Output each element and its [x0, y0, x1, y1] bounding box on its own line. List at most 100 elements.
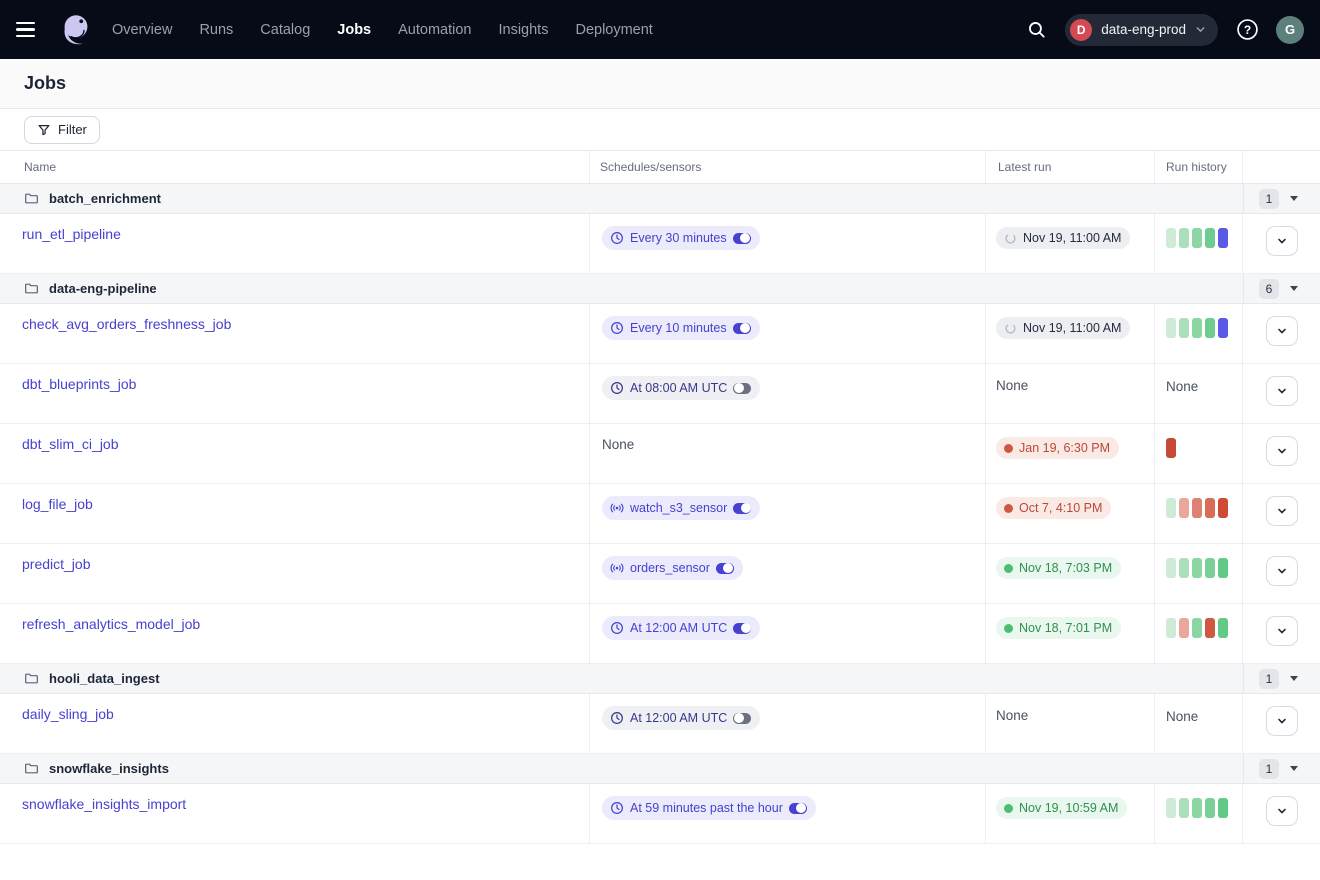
run-chip[interactable] [1192, 498, 1202, 518]
schedule-pill[interactable]: At 12:00 AM UTC [602, 706, 760, 730]
user-avatar[interactable]: G [1276, 16, 1304, 44]
run-chip[interactable] [1192, 318, 1202, 338]
schedule-toggle[interactable] [733, 233, 751, 244]
nav-link-runs[interactable]: Runs [199, 22, 233, 38]
schedule-pill[interactable]: At 08:00 AM UTC [602, 376, 760, 400]
nav-link-automation[interactable]: Automation [398, 22, 471, 38]
run-chip[interactable] [1192, 558, 1202, 578]
job-link[interactable]: snowflake_insights_import [22, 796, 186, 812]
run-chip[interactable] [1166, 318, 1176, 338]
latest-run-pill[interactable]: Oct 7, 4:10 PM [996, 497, 1111, 519]
schedule-toggle[interactable] [733, 713, 751, 724]
expand-row-button[interactable] [1266, 316, 1298, 346]
schedule-toggle[interactable] [733, 323, 751, 334]
run-chip[interactable] [1166, 618, 1176, 638]
filter-button[interactable]: Filter [24, 116, 100, 144]
schedule-pill[interactable]: At 12:00 AM UTC [602, 616, 760, 640]
run-chip[interactable] [1205, 618, 1215, 638]
run-chip[interactable] [1166, 438, 1176, 458]
latest-run-pill[interactable]: Nov 18, 7:01 PM [996, 617, 1121, 639]
run-chip[interactable] [1205, 558, 1215, 578]
dagster-logo-icon[interactable] [56, 10, 96, 50]
help-icon[interactable]: ? [1232, 15, 1262, 45]
expand-row-button[interactable] [1266, 616, 1298, 646]
latest-run-pill[interactable]: Nov 18, 7:03 PM [996, 557, 1121, 579]
expand-row-button[interactable] [1266, 796, 1298, 826]
run-chip[interactable] [1192, 618, 1202, 638]
sensor-toggle[interactable] [716, 563, 734, 574]
schedule-toggle[interactable] [789, 803, 807, 814]
job-link[interactable]: dbt_slim_ci_job [22, 436, 119, 452]
sensor-pill[interactable]: orders_sensor [602, 556, 743, 580]
search-icon[interactable] [1021, 15, 1051, 45]
run-chip[interactable] [1179, 558, 1189, 578]
run-chip[interactable] [1166, 798, 1176, 818]
collapse-caret-icon[interactable] [1290, 196, 1298, 201]
schedule-pill[interactable]: Every 10 minutes [602, 316, 760, 340]
run-chip[interactable] [1192, 228, 1202, 248]
run-chip[interactable] [1218, 798, 1228, 818]
latest-run-pill[interactable]: Nov 19, 11:00 AM [996, 227, 1130, 249]
status-dot-icon [1004, 504, 1013, 513]
schedule-pill[interactable]: Every 30 minutes [602, 226, 760, 250]
expand-row-button[interactable] [1266, 706, 1298, 736]
sensor-pill[interactable]: watch_s3_sensor [602, 496, 760, 520]
job-link[interactable]: daily_sling_job [22, 706, 114, 722]
job-link[interactable]: log_file_job [22, 496, 93, 512]
nav-link-deployment[interactable]: Deployment [575, 22, 652, 38]
run-chip[interactable] [1205, 318, 1215, 338]
run-chip[interactable] [1205, 228, 1215, 248]
nav-link-overview[interactable]: Overview [112, 22, 172, 38]
expand-row-button[interactable] [1266, 376, 1298, 406]
job-link[interactable]: predict_job [22, 556, 91, 572]
deployment-switcher[interactable]: D data-eng-prod [1065, 14, 1218, 46]
run-chip[interactable] [1179, 318, 1189, 338]
nav-links: Overview Runs Catalog Jobs Automation Insight… [112, 22, 653, 38]
job-link[interactable]: refresh_analytics_model_job [22, 616, 200, 632]
expand-row-button[interactable] [1266, 226, 1298, 256]
expand-row-button[interactable] [1266, 436, 1298, 466]
latest-run-time: Nov 18, 7:03 PM [1019, 561, 1112, 575]
expand-row-button[interactable] [1266, 496, 1298, 526]
schedule-pill[interactable]: At 59 minutes past the hour [602, 796, 816, 820]
collapse-caret-icon[interactable] [1290, 676, 1298, 681]
latest-run-pill[interactable]: Nov 19, 11:00 AM [996, 317, 1130, 339]
job-link[interactable]: run_etl_pipeline [22, 226, 121, 242]
expand-row-button[interactable] [1266, 556, 1298, 586]
run-chip[interactable] [1205, 498, 1215, 518]
group-row-hooli_data_ingest: hooli_data_ingest1 [0, 664, 1320, 694]
latest-run-none-label: None [996, 708, 1028, 723]
job-link[interactable]: check_avg_orders_freshness_job [22, 316, 231, 332]
folder-icon [24, 761, 39, 776]
collapse-caret-icon[interactable] [1290, 286, 1298, 291]
group-count-badge: 1 [1259, 669, 1279, 689]
group-name: batch_enrichment [49, 191, 161, 206]
chevron-down-icon [1276, 715, 1288, 727]
run-chip[interactable] [1166, 498, 1176, 518]
run-chip[interactable] [1218, 318, 1228, 338]
run-chip[interactable] [1192, 798, 1202, 818]
run-chip[interactable] [1166, 558, 1176, 578]
nav-link-insights[interactable]: Insights [498, 22, 548, 38]
group-name: snowflake_insights [49, 761, 169, 776]
hamburger-menu-icon[interactable] [16, 16, 44, 44]
collapse-caret-icon[interactable] [1290, 766, 1298, 771]
nav-link-jobs[interactable]: Jobs [337, 22, 371, 38]
sensor-toggle[interactable] [733, 503, 751, 514]
run-chip[interactable] [1179, 228, 1189, 248]
latest-run-pill[interactable]: Jan 19, 6:30 PM [996, 437, 1119, 459]
run-chip[interactable] [1166, 228, 1176, 248]
run-chip[interactable] [1179, 498, 1189, 518]
run-chip[interactable] [1218, 558, 1228, 578]
run-chip[interactable] [1218, 228, 1228, 248]
schedule-toggle[interactable] [733, 623, 751, 634]
nav-link-catalog[interactable]: Catalog [260, 22, 310, 38]
latest-run-pill[interactable]: Nov 19, 10:59 AM [996, 797, 1127, 819]
run-chip[interactable] [1218, 618, 1228, 638]
run-chip[interactable] [1179, 618, 1189, 638]
run-chip[interactable] [1218, 498, 1228, 518]
run-chip[interactable] [1205, 798, 1215, 818]
schedule-toggle[interactable] [733, 383, 751, 394]
run-chip[interactable] [1179, 798, 1189, 818]
job-link[interactable]: dbt_blueprints_job [22, 376, 136, 392]
